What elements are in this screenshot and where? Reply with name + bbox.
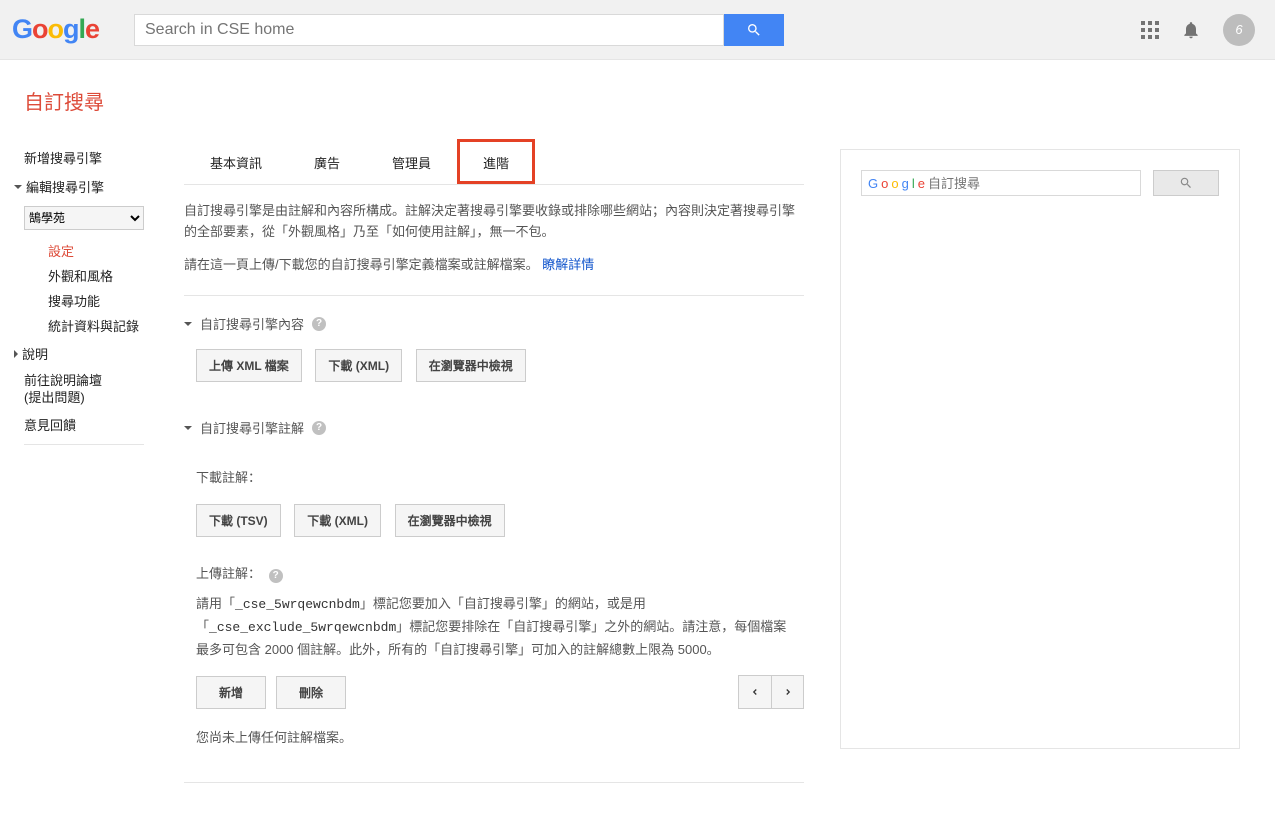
sidebar-item-look[interactable]: 外觀和風格 bbox=[48, 263, 174, 288]
preview-panel: Google bbox=[840, 139, 1240, 823]
sidebar-sublist: 設定 外觀和風格 搜尋功能 統計資料與記錄 bbox=[14, 238, 174, 338]
tab-admin[interactable]: 管理員 bbox=[366, 139, 457, 184]
sidebar: 新增搜尋引擎 編輯搜尋引擎 鵠學苑 設定 外觀和風格 搜尋功能 統計資料與記錄 … bbox=[14, 139, 174, 823]
help-icon[interactable]: ? bbox=[269, 569, 283, 583]
sidebar-edit-engine-label: 編輯搜尋引擎 bbox=[26, 177, 104, 196]
sidebar-help-label: 說明 bbox=[22, 344, 48, 363]
sidebar-forum-line1: 前往說明論壇 bbox=[24, 373, 102, 388]
sidebar-item-stats[interactable]: 統計資料與記錄 bbox=[48, 313, 174, 338]
topbar-right: 6 bbox=[1141, 14, 1255, 46]
bell-icon[interactable] bbox=[1181, 20, 1201, 40]
sidebar-divider bbox=[24, 444, 144, 445]
download-anno-row: 下載 (TSV) 下載 (XML) 在瀏覽器中檢視 bbox=[184, 492, 804, 555]
pager-prev-button[interactable] bbox=[739, 676, 771, 708]
delete-button[interactable]: 刪除 bbox=[276, 676, 346, 709]
sidebar-add-engine[interactable]: 新增搜尋引擎 bbox=[14, 144, 174, 171]
search-input[interactable] bbox=[134, 14, 724, 46]
exclude-label-code: _cse_exclude_5wrqewcnbdm bbox=[209, 620, 396, 635]
download-xml-anno-button[interactable]: 下載 (XML) bbox=[294, 504, 381, 537]
download-anno-label: 下載註解： bbox=[184, 449, 804, 492]
sidebar-item-settings[interactable]: 設定 bbox=[48, 238, 174, 263]
chevron-right-icon bbox=[783, 685, 793, 699]
section-anno-title: 自訂搜尋引擎註解 bbox=[200, 418, 304, 437]
include-label-code: _cse_5wrqewcnbdm bbox=[235, 597, 360, 612]
caret-down-icon bbox=[184, 322, 192, 326]
pager bbox=[738, 675, 804, 709]
add-button[interactable]: 新增 bbox=[196, 676, 266, 709]
caret-right-icon bbox=[14, 350, 18, 358]
bottom-divider bbox=[184, 782, 804, 783]
view-browser-button[interactable]: 在瀏覽器中檢視 bbox=[416, 349, 526, 382]
content: 基本資訊 廣告 管理員 進階 自訂搜尋引擎是由註解和內容所構成。註解決定著搜尋引… bbox=[174, 139, 814, 823]
sidebar-forum-line2: (提出問題) bbox=[24, 390, 85, 405]
sidebar-item-search[interactable]: 搜尋功能 bbox=[48, 288, 174, 313]
sidebar-forum[interactable]: 前往說明論壇 (提出問題) bbox=[14, 369, 174, 411]
upload-anno-label: 上傳註解： ? bbox=[184, 555, 804, 589]
engine-select[interactable]: 鵠學苑 bbox=[24, 206, 144, 230]
sidebar-help[interactable]: 說明 bbox=[14, 338, 174, 369]
intro-paragraph-2: 請在這一頁上傳/下載您的自訂搜尋引擎定義檔案或註解檔案。 瞭解詳情 bbox=[184, 243, 804, 276]
view-browser-anno-button[interactable]: 在瀏覽器中檢視 bbox=[395, 504, 505, 537]
embed-search: Google bbox=[861, 170, 1219, 196]
embed-input-wrapper[interactable]: Google bbox=[861, 170, 1141, 196]
anno-action-row: 新增 刪除 bbox=[184, 661, 804, 719]
tab-basic[interactable]: 基本資訊 bbox=[184, 139, 288, 184]
learn-more-link[interactable]: 瞭解詳情 bbox=[542, 257, 594, 272]
google-logo[interactable]: Google bbox=[12, 13, 104, 46]
upload-help-text: 請用「_cse_5wrqewcnbdm」標記您要加入「自訂搜尋引擎」的網站，或是… bbox=[184, 589, 804, 661]
upload-xml-button[interactable]: 上傳 XML 檔案 bbox=[196, 349, 302, 382]
help-icon[interactable]: ? bbox=[312, 317, 326, 331]
avatar[interactable]: 6 bbox=[1223, 14, 1255, 46]
chevron-left-icon bbox=[750, 685, 760, 699]
sidebar-feedback[interactable]: 意見回饋 bbox=[14, 411, 174, 438]
search-icon bbox=[746, 22, 762, 38]
help-icon[interactable]: ? bbox=[312, 421, 326, 435]
section-anno-header[interactable]: 自訂搜尋引擎註解 ? bbox=[184, 400, 804, 449]
empty-message: 您尚未上傳任何註解檔案。 bbox=[184, 719, 804, 752]
caret-down-icon bbox=[184, 426, 192, 430]
intro-paragraph-1: 自訂搜尋引擎是由註解和內容所構成。註解決定著搜尋引擎要收錄或排除哪些網站；內容則… bbox=[184, 185, 804, 243]
content-button-row: 上傳 XML 檔案 下載 (XML) 在瀏覽器中檢視 bbox=[184, 345, 804, 400]
search-button[interactable] bbox=[724, 14, 784, 46]
apps-icon[interactable] bbox=[1141, 21, 1159, 39]
top-bar: Google 6 bbox=[0, 0, 1275, 60]
settings-tabs: 基本資訊 廣告 管理員 進階 bbox=[184, 139, 804, 185]
search-icon bbox=[1179, 176, 1193, 190]
section-content-header[interactable]: 自訂搜尋引擎內容 ? bbox=[184, 296, 804, 345]
search-bar bbox=[134, 14, 784, 46]
pager-next-button[interactable] bbox=[771, 676, 803, 708]
intro-paragraph-2-text: 請在這一頁上傳/下載您的自訂搜尋引擎定義檔案或註解檔案。 bbox=[184, 257, 539, 272]
upload-anno-label-text: 上傳註解： bbox=[196, 566, 261, 581]
section-content-title: 自訂搜尋引擎內容 bbox=[200, 314, 304, 333]
help-text-a: 請用「 bbox=[196, 596, 235, 611]
sidebar-edit-engine[interactable]: 編輯搜尋引擎 bbox=[14, 171, 174, 202]
download-tsv-button[interactable]: 下載 (TSV) bbox=[196, 504, 281, 537]
embed-search-button[interactable] bbox=[1153, 170, 1219, 196]
embed-box: Google bbox=[840, 149, 1240, 749]
tab-ads[interactable]: 廣告 bbox=[288, 139, 366, 184]
embed-search-input[interactable] bbox=[928, 176, 1134, 191]
tab-advanced[interactable]: 進階 bbox=[457, 139, 535, 184]
page-title: 自訂搜尋 bbox=[0, 60, 1275, 139]
download-xml-button[interactable]: 下載 (XML) bbox=[315, 349, 402, 382]
caret-down-icon bbox=[14, 185, 22, 189]
